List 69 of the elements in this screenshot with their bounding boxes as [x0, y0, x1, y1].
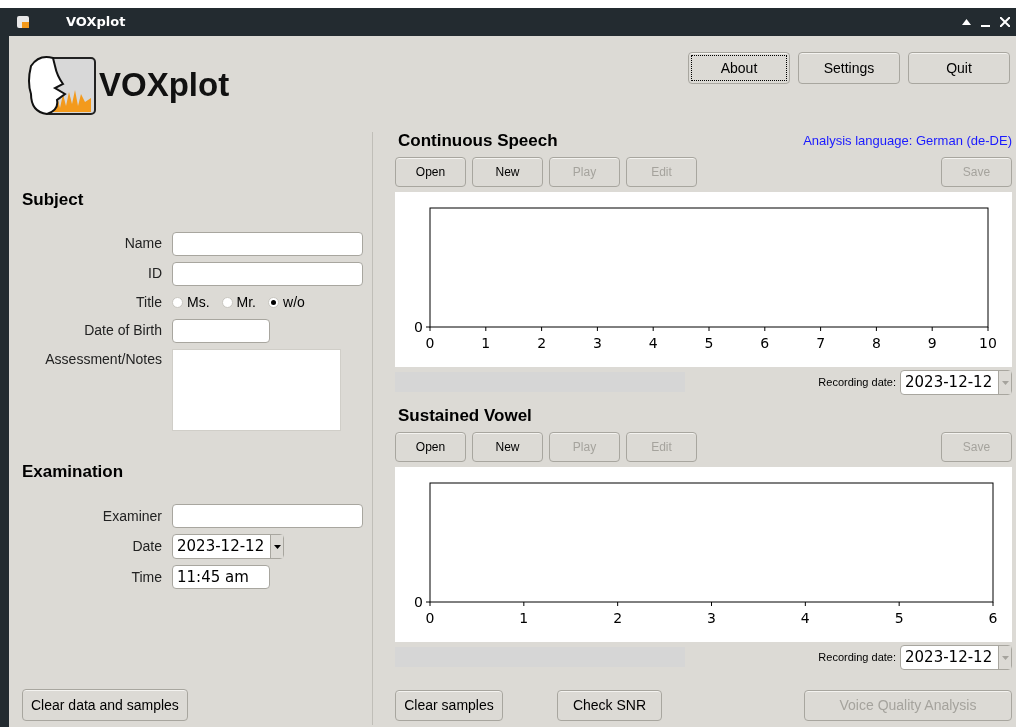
tick-label: 2 [537, 335, 547, 351]
push-button[interactable]: About [688, 52, 790, 84]
tick-label: 4 [648, 335, 658, 351]
push-button[interactable]: Open [395, 157, 466, 187]
tick-label: 4 [800, 610, 810, 626]
push-button[interactable]: New [472, 157, 543, 187]
field-label: Examiner [101, 506, 162, 526]
tick-label: 0 [414, 319, 423, 335]
tick-label: 1 [519, 610, 529, 626]
push-button[interactable]: New [472, 432, 543, 462]
date-combo[interactable]: 2023-12-12 [172, 534, 284, 559]
recording-date-label: Recording date: [818, 650, 896, 666]
tick-label: 3 [592, 335, 602, 351]
push-button[interactable]: Clear samples [395, 690, 503, 721]
close-icon[interactable] [1000, 17, 1010, 27]
radio-button[interactable] [172, 296, 183, 308]
date-combo[interactable]: 2023-12-12 [900, 645, 1012, 670]
input-field[interactable] [172, 231, 363, 256]
tick-label: 9 [927, 335, 937, 351]
tick-label: 3 [707, 610, 716, 626]
tick-label: 0 [414, 594, 423, 610]
dropdown-arrow-icon [273, 544, 281, 549]
app-icon [17, 16, 29, 28]
dropdown-arrow-icon [1001, 380, 1009, 385]
window-title: VOXplot [66, 13, 126, 32]
section-heading: Subject [22, 189, 85, 211]
field-label: Name [123, 234, 162, 253]
field-label: ID [147, 264, 162, 283]
input-field[interactable] [172, 504, 363, 528]
tick-label: 0 [425, 335, 435, 351]
push-button[interactable]: Settings [798, 52, 900, 84]
maximize-icon[interactable] [962, 19, 971, 25]
field-label: Date [131, 537, 162, 556]
tick-label: 10 [979, 335, 997, 351]
field-label: Date of Birth [83, 321, 162, 340]
push-button[interactable]: Quit [908, 52, 1010, 84]
input-field[interactable] [172, 318, 270, 343]
tick-label: 1 [481, 335, 491, 351]
recording-date-label: Recording date: [818, 375, 896, 391]
tick-label: 0 [425, 610, 435, 626]
tick-label: 5 [704, 335, 714, 351]
dropdown-arrow-icon [1001, 655, 1009, 660]
push-button[interactable]: Clear data and samples [22, 689, 188, 721]
tick-label: 6 [760, 335, 770, 351]
push-button[interactable]: Check SNR [557, 690, 662, 721]
date-combo[interactable]: 2023-12-12 [900, 370, 1012, 395]
section-title: Continuous Speech [398, 130, 558, 153]
tick-label: 5 [894, 610, 904, 626]
push-button[interactable]: Open [395, 432, 466, 462]
field-label: Title [135, 292, 162, 312]
input-field[interactable]: 11:45 am [172, 565, 270, 589]
tick-label: 8 [871, 335, 881, 351]
section-title: Sustained Vowel [398, 405, 532, 428]
analysis-language: Analysis language: German (de-DE) [803, 132, 1012, 151]
field-label: Time [130, 567, 162, 587]
input-field[interactable] [172, 261, 363, 286]
radio-label: w/o [283, 292, 305, 312]
radio-label: Ms. [187, 292, 210, 312]
radio-button[interactable] [268, 296, 279, 308]
logo-icon [25, 54, 97, 116]
tick-label: 6 [988, 610, 998, 626]
logo-text: VOXplot [99, 65, 230, 106]
radio-button[interactable] [221, 296, 233, 308]
tick-label: 2 [613, 610, 623, 626]
notes-area[interactable] [172, 348, 341, 431]
tick-label: 7 [816, 335, 826, 351]
field-label: Assessment/Notes [44, 349, 162, 369]
radio-label: Mr. [236, 292, 256, 312]
section-heading: Examination [22, 460, 125, 483]
